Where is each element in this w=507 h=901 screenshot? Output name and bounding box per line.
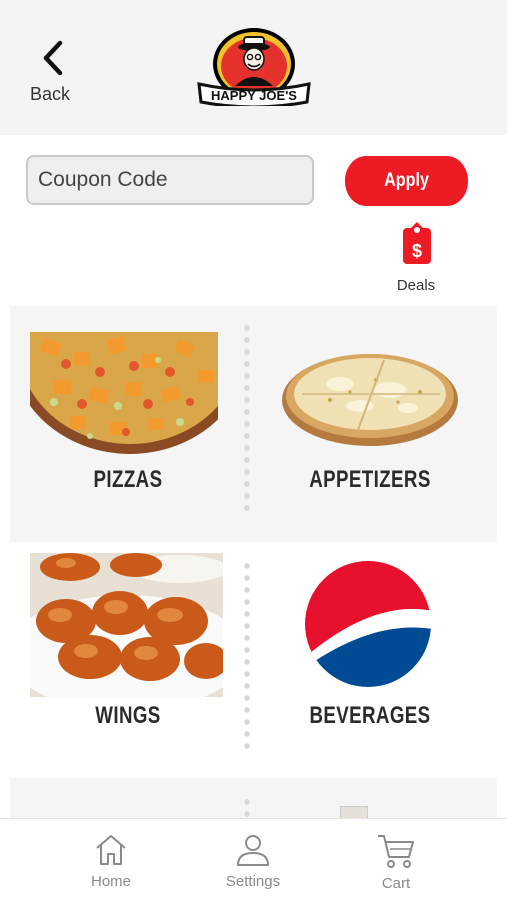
cheese-bread-image (282, 354, 458, 446)
apply-button[interactable]: Apply (344, 156, 469, 206)
pizza-image (30, 332, 218, 454)
wings-image (30, 553, 223, 697)
tab-settings-label: Settings (225, 873, 281, 890)
tab-home-label: Home (90, 873, 131, 890)
category-tile-wings[interactable]: WINGS (10, 542, 246, 778)
tab-settings[interactable]: Settings (193, 819, 313, 901)
deals-button[interactable]: $ Deals (388, 220, 444, 300)
divider (244, 796, 250, 818)
logo-wordmark: HAPPY JOE'S (211, 88, 297, 103)
deals-label: Deals (396, 277, 436, 294)
back-label: Back (30, 84, 71, 104)
apply-label: Apply (384, 170, 429, 191)
category-row-3 (10, 778, 497, 818)
tab-cart-label: Cart (381, 875, 411, 892)
coupon-code-input[interactable] (26, 155, 314, 205)
cart-icon (378, 835, 414, 868)
person-icon (237, 835, 269, 866)
svg-text:$: $ (412, 241, 422, 261)
category-label-beverages: BEVERAGES (309, 702, 431, 729)
category-tile-beverages[interactable]: BEVERAGES (250, 542, 497, 778)
bottom-tab-bar: Home Settings Cart (0, 818, 507, 901)
chevron-left-icon (43, 40, 63, 76)
category-tile-appetizers[interactable]: APPETIZERS (250, 306, 497, 542)
happy-joes-logo: HAPPY JOE'S (197, 28, 311, 106)
category-label-appetizers: APPETIZERS (309, 466, 431, 493)
home-icon (96, 835, 126, 865)
category-label-pizzas: PIZZAS (93, 466, 163, 493)
tab-cart[interactable]: Cart (336, 819, 456, 901)
app-header: Back HAPPY JOE'S (0, 0, 507, 135)
tab-home[interactable]: Home (51, 819, 171, 901)
price-tag-icon: $ (403, 222, 431, 264)
category-tile-pizzas[interactable]: PIZZAS (10, 306, 246, 542)
category-label-wings: WINGS (95, 702, 161, 729)
back-button[interactable]: Back (22, 40, 92, 110)
pepsi-logo (305, 561, 431, 687)
